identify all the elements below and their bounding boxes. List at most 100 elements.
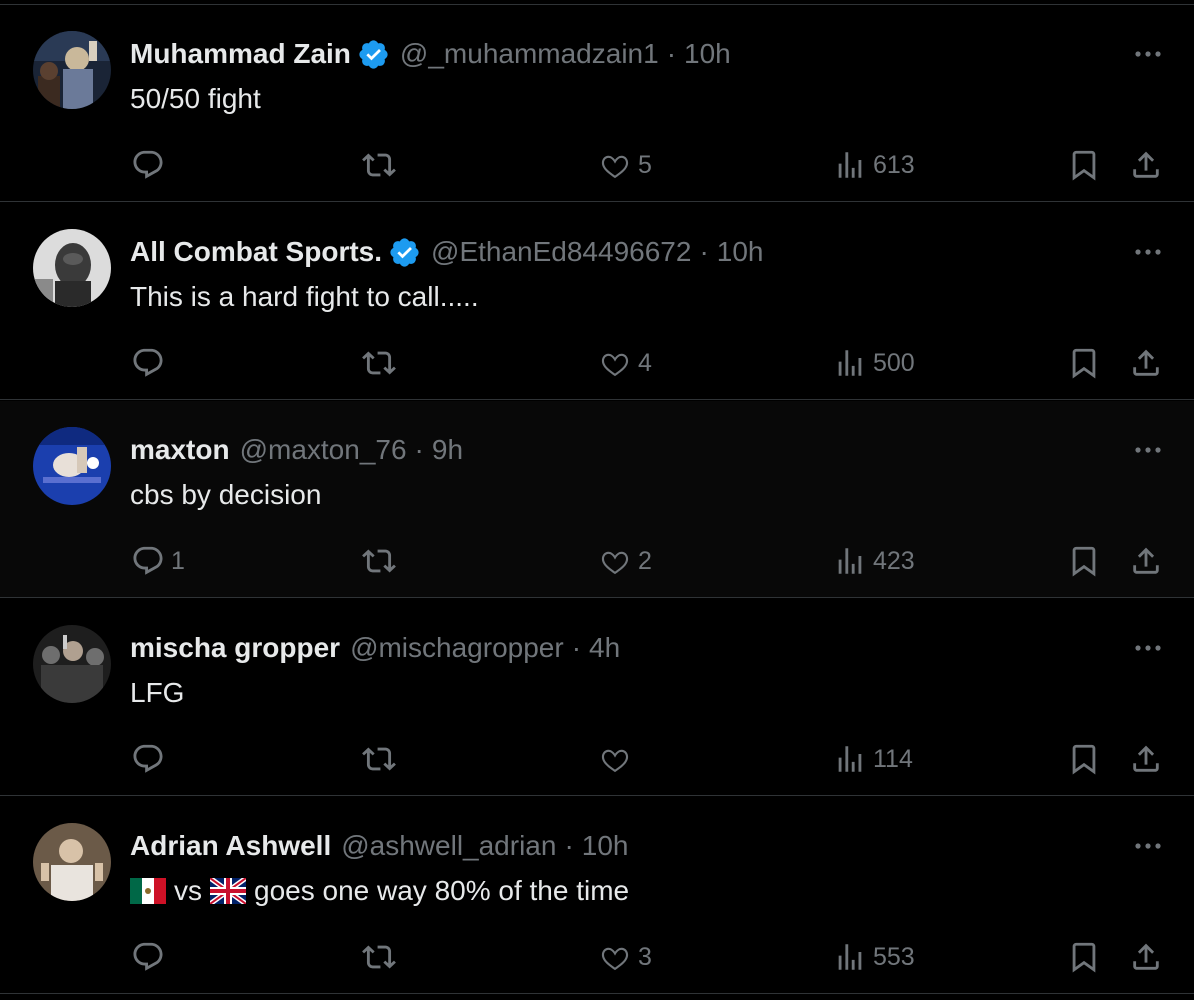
action-bar: 5 613	[0, 143, 1194, 187]
avatar[interactable]	[33, 625, 111, 703]
tweet-header: maxton @maxton_76 · 9h	[130, 431, 463, 469]
timestamp[interactable]: 9h	[432, 431, 463, 469]
tweet-text-part: goes one way 80% of the time	[254, 875, 630, 906]
views-button[interactable]: 613	[833, 143, 915, 187]
bookmark-button[interactable]	[1067, 539, 1101, 583]
reply-button[interactable]	[131, 935, 171, 979]
reply-button[interactable]	[131, 341, 171, 385]
like-count: 4	[638, 348, 652, 377]
tweet-text: LFG	[130, 677, 185, 708]
views-button[interactable]: 423	[833, 539, 915, 583]
handle[interactable]: @_muhammadzain1	[400, 35, 659, 73]
retweet-button[interactable]	[362, 539, 402, 583]
more-dots-icon[interactable]	[1130, 435, 1166, 465]
tweet-4[interactable]: Adrian Ashwell @ashwell_adrian · 10h vs …	[0, 797, 1194, 994]
views-button[interactable]: 114	[833, 737, 913, 781]
tweet-header: Muhammad Zain @_muhammadzain1 · 10h	[130, 35, 731, 73]
like-button[interactable]: 5	[598, 143, 652, 187]
timestamp[interactable]: 10h	[717, 233, 764, 271]
avatar-image	[33, 229, 111, 307]
handle[interactable]: @mischagropper	[350, 629, 564, 667]
retweet-arrows-icon	[362, 544, 396, 578]
reply-bubble-icon	[131, 940, 165, 974]
display-name[interactable]: mischa gropper	[130, 629, 340, 667]
tweet-2[interactable]: maxton @maxton_76 · 9h cbs by decision 1…	[0, 401, 1194, 598]
avatar[interactable]	[33, 229, 111, 307]
share-button[interactable]	[1129, 143, 1163, 187]
heart-icon	[598, 940, 632, 974]
like-button[interactable]	[598, 737, 638, 781]
share-button[interactable]	[1129, 737, 1163, 781]
view-count: 500	[873, 348, 915, 377]
tweet-0[interactable]: Muhammad Zain @_muhammadzain1 · 10h 50/5…	[0, 5, 1194, 202]
retweet-arrows-icon	[362, 940, 396, 974]
handle[interactable]: @maxton_76	[240, 431, 407, 469]
more-dots-icon[interactable]	[1130, 39, 1166, 69]
share-button[interactable]	[1129, 935, 1163, 979]
share-button[interactable]	[1129, 539, 1163, 583]
bookmark-button[interactable]	[1067, 341, 1101, 385]
avatar-image	[33, 625, 111, 703]
more-dots-icon[interactable]	[1130, 831, 1166, 861]
reply-count: 1	[171, 546, 185, 575]
retweet-arrows-icon	[362, 148, 396, 182]
heart-icon	[598, 742, 632, 776]
tweet-1[interactable]: All Combat Sports. @EthanEd84496672 · 10…	[0, 203, 1194, 400]
action-bar: 114	[0, 737, 1194, 781]
display-name[interactable]: Adrian Ashwell	[130, 827, 331, 865]
share-upload-icon	[1129, 346, 1163, 380]
share-upload-icon	[1129, 148, 1163, 182]
views-bars-icon	[833, 940, 867, 974]
reply-bubble-icon	[131, 346, 165, 380]
more-dots-icon[interactable]	[1130, 237, 1166, 267]
bookmark-icon	[1067, 742, 1101, 776]
reply-bubble-icon	[131, 148, 165, 182]
timestamp[interactable]: 10h	[684, 35, 731, 73]
bookmark-button[interactable]	[1067, 737, 1101, 781]
more-dots-icon[interactable]	[1130, 633, 1166, 663]
like-button[interactable]: 3	[598, 935, 652, 979]
timestamp[interactable]: 4h	[589, 629, 620, 667]
views-button[interactable]: 500	[833, 341, 915, 385]
display-name[interactable]: All Combat Sports.	[130, 233, 382, 271]
handle[interactable]: @EthanEd84496672	[431, 233, 691, 271]
display-name[interactable]: Muhammad Zain	[130, 35, 351, 73]
views-button[interactable]: 553	[833, 935, 915, 979]
retweet-button[interactable]	[362, 143, 402, 187]
reply-bubble-icon	[131, 742, 165, 776]
reply-button[interactable]: 1	[131, 539, 185, 583]
bookmark-icon	[1067, 346, 1101, 380]
retweet-button[interactable]	[362, 341, 402, 385]
bookmark-button[interactable]	[1067, 143, 1101, 187]
avatar-image	[33, 427, 111, 505]
bookmark-button[interactable]	[1067, 935, 1101, 979]
action-bar: 4 500	[0, 341, 1194, 385]
reply-feed: Muhammad Zain @_muhammadzain1 · 10h 50/5…	[0, 0, 1194, 1000]
avatar[interactable]	[33, 31, 111, 109]
separator: ·	[414, 434, 424, 465]
display-name[interactable]: maxton	[130, 431, 230, 469]
avatar[interactable]	[33, 823, 111, 901]
tweet-3[interactable]: mischa gropper @mischagropper · 4h LFG 1…	[0, 599, 1194, 796]
verified-badge-icon[interactable]	[357, 38, 390, 71]
verified-badge-icon[interactable]	[388, 236, 421, 269]
reply-button[interactable]	[131, 737, 171, 781]
views-bars-icon	[833, 148, 867, 182]
tweet-header: Adrian Ashwell @ashwell_adrian · 10h	[130, 827, 629, 865]
bookmark-icon	[1067, 544, 1101, 578]
like-button[interactable]: 2	[598, 539, 652, 583]
timestamp[interactable]: 10h	[582, 827, 629, 865]
view-count: 423	[873, 546, 915, 575]
like-button[interactable]: 4	[598, 341, 652, 385]
tweet-header: All Combat Sports. @EthanEd84496672 · 10…	[130, 233, 763, 271]
avatar[interactable]	[33, 427, 111, 505]
like-count: 2	[638, 546, 652, 575]
share-button[interactable]	[1129, 341, 1163, 385]
retweet-button[interactable]	[362, 935, 402, 979]
heart-icon	[598, 544, 632, 578]
retweet-button[interactable]	[362, 737, 402, 781]
share-upload-icon	[1129, 742, 1163, 776]
reply-button[interactable]	[131, 143, 171, 187]
handle[interactable]: @ashwell_adrian	[341, 827, 556, 865]
view-count: 613	[873, 150, 915, 179]
